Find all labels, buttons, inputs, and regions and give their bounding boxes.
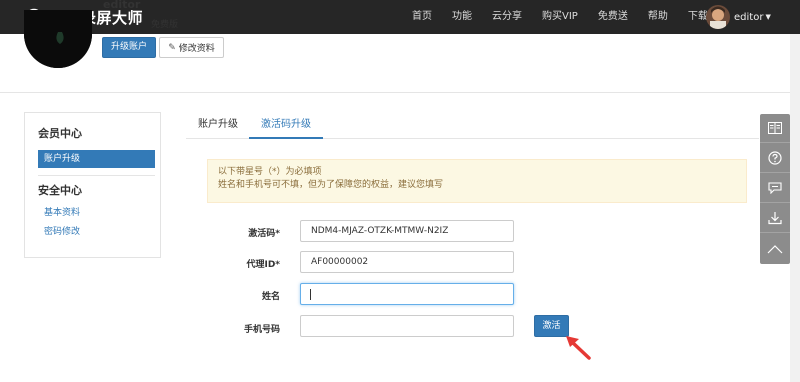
upgrade-account-button[interactable]: 升级账户 <box>102 37 156 58</box>
profile-header: editor 免费版 升级账户 ✎ 修改资料 <box>0 0 800 92</box>
chevron-down-icon: ▼ <box>765 13 771 21</box>
tool-catalog[interactable] <box>760 114 790 143</box>
text-cursor <box>310 289 311 300</box>
nav-home[interactable]: 首页 <box>402 0 442 34</box>
nav-free-gift[interactable]: 免费送 <box>588 0 638 34</box>
name-label: 姓名 <box>261 292 280 302</box>
profile-avatar <box>24 10 92 68</box>
activation-code-field[interactable]: NDM4-MJAZ-OTZK-MTMW-N2IZ <box>300 220 514 242</box>
notice-box: 以下带星号（*）为必填项 姓名和手机号可不填，但为了保障您的权益，建议您填写 <box>207 159 747 203</box>
tool-back-to-top[interactable] <box>760 234 790 263</box>
user-menu[interactable]: editor ▼ <box>706 5 771 29</box>
download-icon <box>768 212 782 225</box>
agent-id-field[interactable]: AF00000002 <box>300 251 514 273</box>
sidebar-heading-member: 会员中心 <box>38 127 82 140</box>
floating-toolbar <box>760 114 790 264</box>
chat-icon <box>768 182 782 194</box>
chevron-up-icon <box>767 244 783 253</box>
sidebar-divider <box>38 175 155 176</box>
plan-badge: 免费版 <box>151 20 179 30</box>
tool-feedback[interactable] <box>760 174 790 203</box>
pointer-arrow-icon <box>566 336 591 360</box>
nav-buy-vip[interactable]: 购买VIP <box>532 0 588 34</box>
question-icon <box>768 151 782 165</box>
main-content: 会员中心 账户升级 安全中心 基本资料 密码修改 账户升级 激活码升级 以下带星… <box>0 92 800 382</box>
main-nav: 首页 功能 云分享 购买VIP 免费送 帮助 下载 <box>402 0 718 34</box>
notice-line-required: 以下带星号（*）为必填项 <box>218 167 322 177</box>
edit-icon: ✎ <box>168 42 176 53</box>
user-name: editor <box>734 11 764 23</box>
phone-label: 手机号码 <box>243 325 280 335</box>
activation-code-label: 激活码* <box>248 229 280 239</box>
sidebar-heading-security: 安全中心 <box>38 184 82 197</box>
tool-download[interactable] <box>760 204 790 233</box>
agent-id-label: 代理ID* <box>246 260 280 270</box>
edit-profile-label: 修改资料 <box>178 44 215 54</box>
avatar <box>706 5 730 29</box>
edit-profile-button[interactable]: ✎ 修改资料 <box>159 37 224 58</box>
nav-features[interactable]: 功能 <box>442 0 482 34</box>
sidebar: 会员中心 账户升级 安全中心 基本资料 密码修改 <box>24 112 161 258</box>
profile-username: editor <box>103 0 141 11</box>
tab-activation-code[interactable]: 激活码升级 <box>249 111 323 139</box>
notice-line-optional: 姓名和手机号可不填，但为了保障您的权益，建议您填写 <box>218 180 444 190</box>
name-field[interactable] <box>300 283 514 305</box>
nav-help[interactable]: 帮助 <box>638 0 678 34</box>
tool-help[interactable] <box>760 144 790 173</box>
tab-bar: 账户升级 激活码升级 <box>186 111 759 139</box>
nav-cloud-share[interactable]: 云分享 <box>482 0 532 34</box>
sidebar-item-password[interactable]: 密码修改 <box>44 224 80 237</box>
page-scrollbar[interactable] <box>790 34 800 382</box>
sidebar-item-basic-info[interactable]: 基本资料 <box>44 205 80 218</box>
book-icon <box>768 122 782 134</box>
phone-field[interactable] <box>300 315 514 337</box>
sidebar-item-account-upgrade[interactable]: 账户升级 <box>38 150 155 168</box>
tab-account-upgrade[interactable]: 账户升级 <box>186 111 250 139</box>
